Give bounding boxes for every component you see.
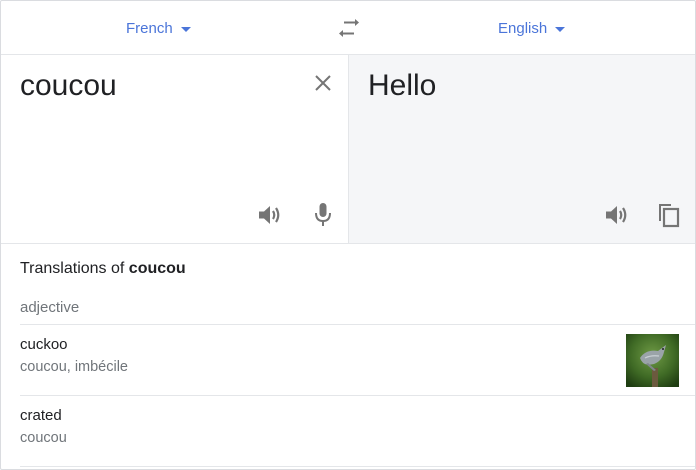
microphone-icon bbox=[315, 203, 331, 226]
language-bar: French English bbox=[1, 1, 695, 55]
target-text: Hello bbox=[368, 69, 437, 102]
translation-row-cuckoo[interactable]: cuckoo coucou, imbécile bbox=[20, 336, 680, 376]
translation-word: crated bbox=[20, 407, 62, 424]
clear-button[interactable] bbox=[309, 69, 337, 97]
translation-synonyms: coucou bbox=[20, 430, 67, 446]
swap-arrows-icon bbox=[339, 19, 359, 37]
translate-card: French English coucou Hello Translations… bbox=[0, 0, 696, 470]
source-pane: coucou bbox=[1, 55, 349, 243]
source-language-select[interactable]: French bbox=[126, 18, 191, 38]
section-divider bbox=[1, 243, 695, 244]
target-language-label: English bbox=[498, 19, 548, 37]
translation-row-crated[interactable]: crated coucou bbox=[20, 407, 680, 447]
speaker-icon bbox=[259, 206, 280, 224]
source-language-label: French bbox=[126, 19, 173, 37]
translation-word: cuckoo bbox=[20, 336, 68, 353]
row-divider bbox=[20, 395, 695, 396]
translations-heading: Translations of coucou bbox=[20, 260, 186, 278]
cuckoo-bird-image bbox=[626, 334, 679, 387]
translation-synonyms: coucou, imbécile bbox=[20, 359, 128, 375]
row-divider bbox=[20, 466, 695, 467]
target-language-select[interactable]: English bbox=[498, 18, 566, 38]
row-divider bbox=[20, 324, 695, 325]
swap-languages-button[interactable] bbox=[337, 17, 361, 39]
target-listen-button[interactable] bbox=[603, 201, 631, 229]
close-icon bbox=[315, 75, 331, 91]
microphone-button[interactable] bbox=[309, 201, 337, 229]
translations-heading-word: coucou bbox=[128, 260, 186, 277]
target-pane: Hello bbox=[349, 55, 695, 243]
source-listen-button[interactable] bbox=[256, 201, 284, 229]
translations-heading-prefix: Translations of bbox=[20, 260, 129, 277]
copy-button[interactable] bbox=[655, 201, 683, 229]
part-of-speech-label: adjective bbox=[20, 299, 80, 316]
source-text-input[interactable]: coucou bbox=[20, 69, 117, 103]
speaker-icon bbox=[606, 206, 627, 224]
caret-down-icon bbox=[180, 26, 191, 32]
copy-icon bbox=[659, 204, 680, 228]
caret-down-icon bbox=[555, 26, 566, 32]
